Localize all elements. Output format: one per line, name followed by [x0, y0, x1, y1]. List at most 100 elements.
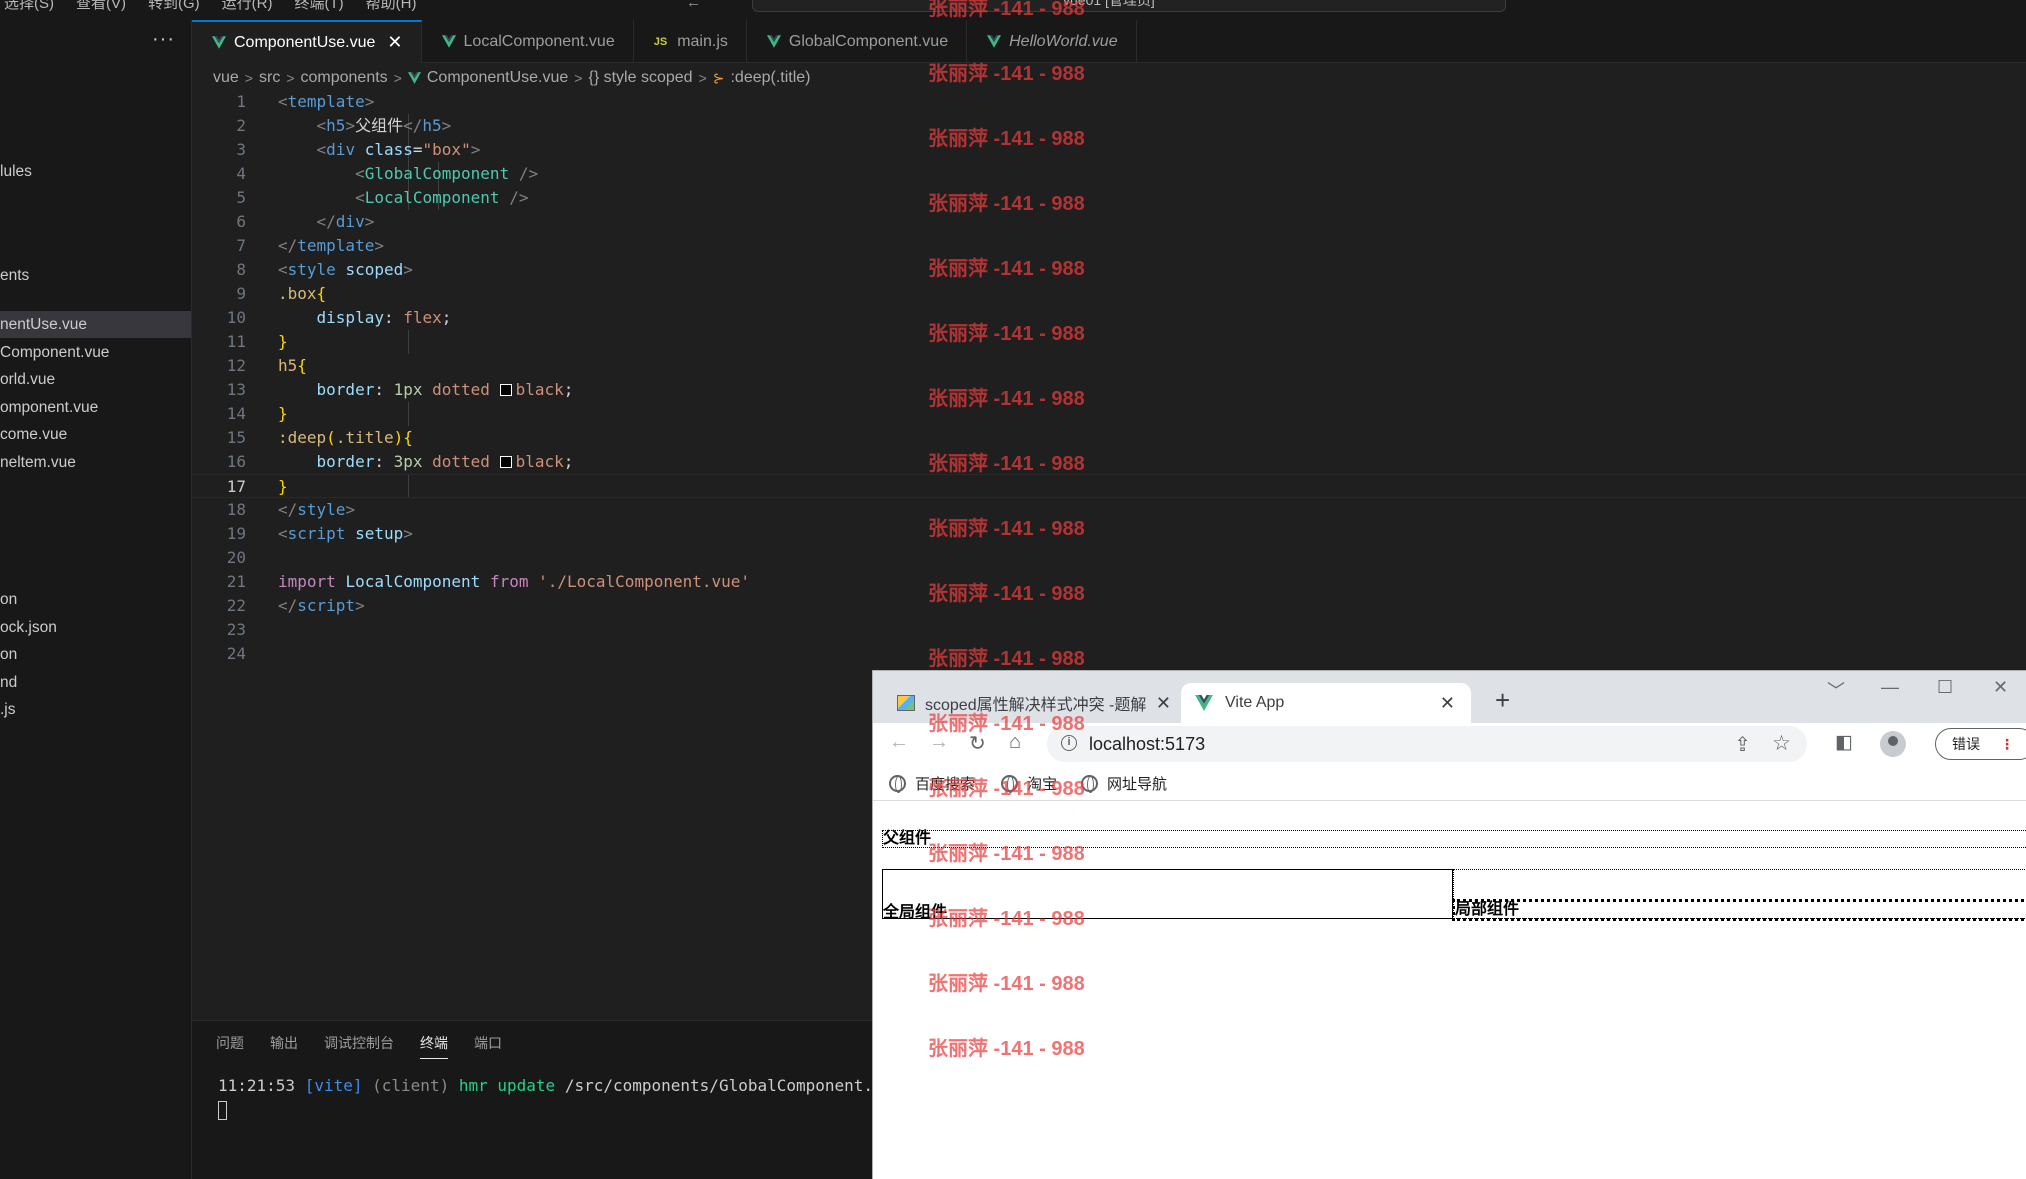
- editor-tab[interactable]: HelloWorld.vue: [967, 20, 1137, 63]
- code-line[interactable]: 23: [192, 618, 2026, 642]
- code-line[interactable]: 10 display: flex;: [192, 306, 2026, 330]
- file-tree-item[interactable]: come.vue: [0, 421, 191, 448]
- breadcrumb-deep-title[interactable]: :deep(.title): [730, 69, 810, 87]
- tab-search-icon[interactable]: ﹀: [1827, 677, 1845, 703]
- file-tree-item[interactable]: .js: [0, 696, 191, 723]
- share-icon[interactable]: ⇪: [1734, 732, 1751, 757]
- minimize-icon[interactable]: —: [1881, 677, 1899, 698]
- file-tree-item[interactable]: Component.vue: [0, 339, 191, 366]
- browser-tab-vite-app[interactable]: Vite App ✕: [1181, 683, 1471, 723]
- breadcrumb-vue[interactable]: vue: [213, 69, 239, 87]
- code-line[interactable]: 13 border: 1px dotted black;: [192, 378, 2026, 402]
- menu-run[interactable]: 运行(R): [222, 0, 273, 13]
- code-token: scoped: [345, 260, 404, 279]
- editor-tab[interactable]: LocalComponent.vue: [422, 20, 634, 63]
- panel-tab-debug-console[interactable]: 调试控制台: [324, 1033, 394, 1059]
- panel-tab-problems[interactable]: 问题: [216, 1033, 244, 1059]
- menu-help[interactable]: 帮助(H): [366, 0, 417, 13]
- editor-tab[interactable]: ComponentUse.vue ✕: [192, 20, 422, 63]
- code-line[interactable]: 18 </style>: [192, 498, 2026, 522]
- color-swatch-icon[interactable]: [499, 456, 512, 468]
- global-component: 全局组件: [882, 869, 1453, 921]
- file-tree-item[interactable]: omponent.vue: [0, 394, 191, 421]
- code-line[interactable]: 6 </div>: [192, 210, 2026, 234]
- browser-tab-tijie[interactable]: scoped属性解决样式冲突 -题解 ✕: [897, 683, 1187, 723]
- code-line[interactable]: 3 <div class="box">: [192, 138, 2026, 162]
- bookmark-baidu[interactable]: 百度搜索: [889, 773, 975, 794]
- code-line[interactable]: 15:deep(.title){: [192, 426, 2026, 450]
- code-line[interactable]: 7 </template>: [192, 234, 2026, 258]
- file-tree-item[interactable]: on: [0, 586, 191, 613]
- code-line[interactable]: 2 <h5>父组件</h5>: [192, 114, 2026, 138]
- error-button[interactable]: 错误 ⋮: [1935, 728, 2026, 760]
- window-close-icon[interactable]: ✕: [1993, 677, 2008, 698]
- back-arrow-icon[interactable]: ←: [889, 731, 909, 754]
- menu-go[interactable]: 转到(G): [148, 0, 200, 13]
- code-line[interactable]: 11}: [192, 330, 2026, 354]
- code-line[interactable]: 5 <LocalComponent />: [192, 186, 2026, 210]
- panel-tab-ports[interactable]: 端口: [474, 1033, 502, 1059]
- globe-icon: [889, 775, 906, 793]
- reload-icon[interactable]: ↻: [969, 731, 986, 756]
- breadcrumb-file[interactable]: ComponentUse.vue: [427, 69, 568, 87]
- bookmark-nav[interactable]: 网址导航: [1081, 773, 1167, 794]
- file-tree-item[interactable]: nentUse.vue: [0, 311, 191, 338]
- file-tree-item[interactable]: ock.json: [0, 614, 191, 641]
- home-icon[interactable]: ⌂: [1009, 731, 1021, 754]
- file-tree-item[interactable]: on: [0, 641, 191, 668]
- forward-arrow-icon[interactable]: →: [929, 731, 949, 754]
- new-tab-button[interactable]: +: [1495, 685, 1510, 716]
- menu-dots-icon[interactable]: ⋮: [2000, 729, 2014, 759]
- site-info-icon[interactable]: i: [1061, 735, 1077, 751]
- file-tree-item[interactable]: orld.vue: [0, 366, 191, 393]
- panel-tab-output[interactable]: 输出: [270, 1033, 298, 1059]
- code-token: template: [297, 236, 375, 255]
- close-icon[interactable]: ✕: [1156, 693, 1171, 714]
- close-icon[interactable]: ✕: [1440, 693, 1455, 714]
- more-actions-icon[interactable]: ···: [152, 28, 175, 51]
- code-line[interactable]: 24: [192, 642, 2026, 666]
- editor-tab[interactable]: JS main.js: [634, 20, 747, 63]
- bookmark-star-icon[interactable]: ☆: [1772, 731, 1791, 756]
- line-number: 6: [236, 212, 246, 231]
- code-token: {: [403, 428, 413, 447]
- code-line[interactable]: 16 border: 3px dotted black;: [192, 450, 2026, 474]
- code-token: <: [278, 524, 288, 543]
- code-line[interactable]: 12 h5{: [192, 354, 2026, 378]
- code-line[interactable]: 8 <style scoped>: [192, 258, 2026, 282]
- address-bar[interactable]: i localhost:5173 ⇪ ☆: [1047, 726, 1807, 762]
- line-number: 22: [226, 596, 246, 615]
- close-icon[interactable]: ✕: [387, 32, 402, 53]
- menu-selection[interactable]: 选择(S): [4, 0, 54, 13]
- menu-view[interactable]: 查看(V): [76, 0, 126, 13]
- side-panel-icon[interactable]: ◧: [1835, 731, 1853, 754]
- code-line[interactable]: 21 import LocalComponent from './LocalCom…: [192, 570, 2026, 594]
- breadcrumb-style-scoped[interactable]: {} style scoped: [588, 69, 692, 87]
- file-tree-item[interactable]: neltem.vue: [0, 449, 191, 476]
- color-swatch-icon[interactable]: [499, 384, 512, 396]
- code-line[interactable]: 9 .box{: [192, 282, 2026, 306]
- url-text[interactable]: localhost:5173: [1089, 734, 1205, 755]
- maximize-icon[interactable]: ☐: [1937, 677, 1953, 698]
- panel-tab-terminal[interactable]: 终端: [420, 1033, 448, 1059]
- code-line[interactable]: 4 <GlobalComponent />: [192, 162, 2026, 186]
- editor-tab[interactable]: GlobalComponent.vue: [747, 20, 968, 63]
- code-line[interactable]: 20: [192, 546, 2026, 570]
- code-line[interactable]: 19 <script setup>: [192, 522, 2026, 546]
- file-tree-item[interactable]: ents: [0, 262, 191, 289]
- menu-terminal[interactable]: 终端(T): [295, 0, 344, 13]
- code-line[interactable]: 22 </script>: [192, 594, 2026, 618]
- code-line[interactable]: 1 <template>: [192, 90, 2026, 114]
- code-line[interactable]: 17}: [192, 474, 2026, 498]
- command-center[interactable]: vue01 [管理员]: [752, 0, 1506, 12]
- file-tree-item[interactable]: nd: [0, 669, 191, 696]
- profile-avatar[interactable]: [1880, 731, 1906, 757]
- terminal-cursor[interactable]: [218, 1101, 227, 1120]
- bookmark-taobao[interactable]: 淘宝: [1001, 773, 1057, 794]
- vue-file-icon: [212, 36, 226, 49]
- file-tree-item[interactable]: lules: [0, 158, 191, 185]
- code-line[interactable]: 14}: [192, 402, 2026, 426]
- breadcrumb-src[interactable]: src: [259, 69, 280, 87]
- breadcrumb-components[interactable]: components: [301, 69, 388, 87]
